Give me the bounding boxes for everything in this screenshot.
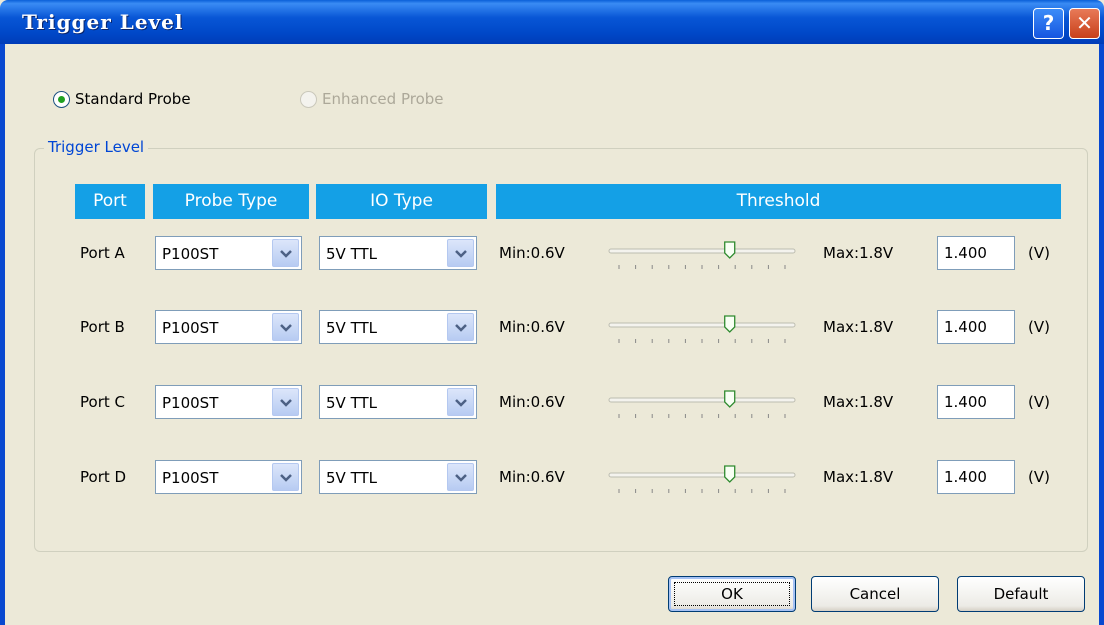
group-label: Trigger Level bbox=[44, 138, 149, 156]
io-type-value: 5V TTL bbox=[326, 469, 377, 487]
enhanced-probe-label: Enhanced Probe bbox=[322, 90, 444, 108]
standard-probe-radio[interactable]: Standard Probe bbox=[53, 90, 191, 108]
port-d-threshold-input[interactable]: 1.400 bbox=[937, 460, 1015, 494]
port-b-label: Port B bbox=[80, 318, 125, 336]
io-type-value: 5V TTL bbox=[326, 245, 377, 263]
enhanced-probe-radio[interactable]: Enhanced Probe bbox=[300, 90, 444, 108]
port-b-probe-type-select[interactable]: P100ST bbox=[155, 310, 302, 344]
io-type-value: 5V TTL bbox=[326, 319, 377, 337]
port-b-threshold-input[interactable]: 1.400 bbox=[937, 310, 1015, 344]
port-a-threshold-slider[interactable] bbox=[607, 236, 797, 276]
port-b-max-label: Max:1.8V bbox=[823, 318, 894, 336]
chevron-down-icon[interactable] bbox=[272, 388, 299, 416]
header-io-type: IO Type bbox=[316, 184, 487, 219]
trigger-level-dialog: Trigger Level ? ✕ Standard Probe Enhance… bbox=[0, 0, 1104, 625]
port-c-probe-type-select[interactable]: P100ST bbox=[155, 385, 302, 419]
port-d-threshold-slider[interactable] bbox=[607, 460, 797, 500]
probe-type-value: P100ST bbox=[162, 469, 219, 487]
port-c-min-label: Min:0.6V bbox=[499, 393, 565, 411]
header-threshold: Threshold bbox=[496, 184, 1061, 219]
cancel-button[interactable]: Cancel bbox=[811, 576, 939, 612]
port-b-threshold-slider[interactable] bbox=[607, 310, 797, 350]
port-c-threshold-slider[interactable] bbox=[607, 385, 797, 425]
port-b-io-type-select[interactable]: 5V TTL bbox=[319, 310, 477, 344]
window-frame-right bbox=[1099, 44, 1104, 625]
port-a-threshold-input[interactable]: 1.400 bbox=[937, 236, 1015, 270]
chevron-down-icon[interactable] bbox=[272, 463, 299, 491]
port-a-min-label: Min:0.6V bbox=[499, 244, 565, 262]
port-a-label: Port A bbox=[80, 244, 125, 262]
probe-type-value: P100ST bbox=[162, 394, 219, 412]
standard-probe-label: Standard Probe bbox=[75, 90, 191, 108]
help-button[interactable]: ? bbox=[1033, 8, 1064, 39]
port-d-unit-label: (V) bbox=[1028, 468, 1050, 486]
port-d-io-type-select[interactable]: 5V TTL bbox=[319, 460, 477, 494]
chevron-down-icon[interactable] bbox=[447, 239, 474, 267]
probe-type-value: P100ST bbox=[162, 319, 219, 337]
focus-rect bbox=[674, 582, 790, 606]
header-probe-type: Probe Type bbox=[153, 184, 309, 219]
ok-button[interactable]: OK bbox=[668, 576, 796, 612]
io-type-value: 5V TTL bbox=[326, 394, 377, 412]
window-frame-left bbox=[0, 44, 5, 625]
port-a-probe-type-select[interactable]: P100ST bbox=[155, 236, 302, 270]
chevron-down-icon[interactable] bbox=[447, 313, 474, 341]
port-d-min-label: Min:0.6V bbox=[499, 468, 565, 486]
chevron-down-icon[interactable] bbox=[272, 239, 299, 267]
chevron-down-icon[interactable] bbox=[272, 313, 299, 341]
port-a-unit-label: (V) bbox=[1028, 244, 1050, 262]
radio-unselected-icon bbox=[300, 90, 317, 108]
radio-selected-icon bbox=[53, 90, 70, 108]
port-d-probe-type-select[interactable]: P100ST bbox=[155, 460, 302, 494]
port-d-max-label: Max:1.8V bbox=[823, 468, 894, 486]
header-port: Port bbox=[75, 184, 145, 219]
port-c-unit-label: (V) bbox=[1028, 393, 1050, 411]
port-a-io-type-select[interactable]: 5V TTL bbox=[319, 236, 477, 270]
title-bar[interactable]: Trigger Level ? ✕ bbox=[0, 0, 1104, 44]
window-title: Trigger Level bbox=[22, 10, 184, 34]
probe-type-value: P100ST bbox=[162, 245, 219, 263]
default-button[interactable]: Default bbox=[957, 576, 1085, 612]
port-b-unit-label: (V) bbox=[1028, 318, 1050, 336]
port-b-min-label: Min:0.6V bbox=[499, 318, 565, 336]
port-a-max-label: Max:1.8V bbox=[823, 244, 894, 262]
port-d-label: Port D bbox=[80, 468, 127, 486]
close-button[interactable]: ✕ bbox=[1069, 8, 1100, 39]
port-c-label: Port C bbox=[80, 393, 125, 411]
port-c-io-type-select[interactable]: 5V TTL bbox=[319, 385, 477, 419]
port-c-max-label: Max:1.8V bbox=[823, 393, 894, 411]
port-c-threshold-input[interactable]: 1.400 bbox=[937, 385, 1015, 419]
chevron-down-icon[interactable] bbox=[447, 388, 474, 416]
chevron-down-icon[interactable] bbox=[447, 463, 474, 491]
